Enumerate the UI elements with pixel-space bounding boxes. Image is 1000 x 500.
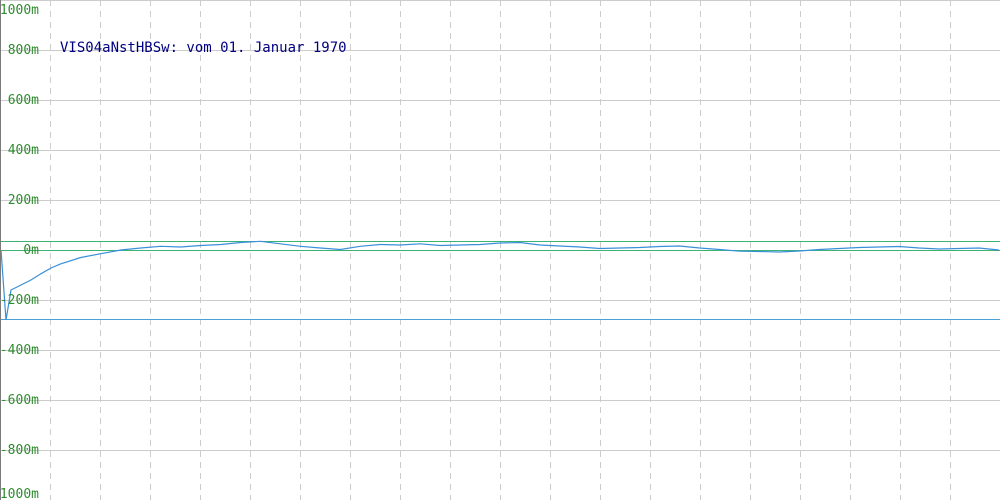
y-tick-label: 1000m xyxy=(0,3,39,18)
chart-title: VIS04aNstHBSw: vom 01. Januar 1970 xyxy=(60,40,347,56)
y-tick-labels: 1000m 800m 600m 400m 200m 0m -200m -400m -600m -8… xyxy=(0,3,39,500)
y-tick-label: -200m xyxy=(0,293,39,308)
y-tick-label: 200m xyxy=(8,193,39,208)
y-tick-label: 0m xyxy=(23,243,39,258)
y-tick-label: -400m xyxy=(0,343,39,358)
y-tick-label: 400m xyxy=(8,143,39,158)
y-tick-label: 800m xyxy=(8,43,39,58)
y-tick-label: 600m xyxy=(8,93,39,108)
chart-svg: 1000m 800m 600m 400m 200m 0m -200m -400m -600m -8… xyxy=(0,0,1000,500)
y-tick-label: -600m xyxy=(0,393,39,408)
y-tick-label: -800m xyxy=(0,443,39,458)
chart: 1000m 800m 600m 400m 200m 0m -200m -400m -600m -8… xyxy=(0,0,1000,500)
y-tick-label: -1000m xyxy=(0,487,39,500)
